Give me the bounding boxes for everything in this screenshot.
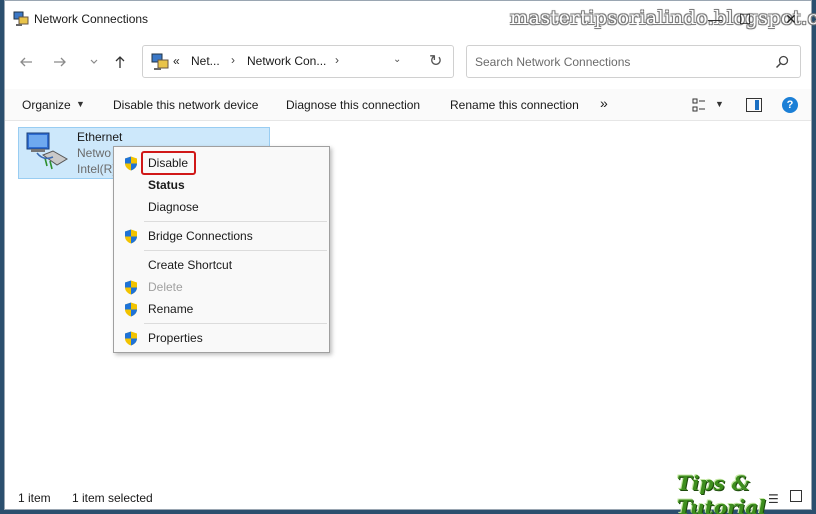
organize-button[interactable]: Organize — [22, 98, 71, 112]
title-bar: Network Connections mastertipsorialindo.… — [5, 1, 816, 37]
uac-shield-icon — [125, 331, 137, 346]
menu-item-delete: Delete — [114, 276, 329, 298]
uac-shield-icon — [125, 280, 137, 295]
details-view-icon[interactable]: ☰ — [768, 492, 779, 506]
menu-item-bridge-connections[interactable]: Bridge Connections — [114, 225, 329, 247]
menu-item-create-shortcut[interactable]: Create Shortcut — [114, 254, 329, 276]
chevron-right-icon[interactable]: › — [231, 53, 235, 67]
context-menu: Disable Status Diagnose Bridge Connectio… — [113, 146, 330, 353]
preview-pane-icon[interactable] — [746, 98, 762, 112]
highlight-annotation-box — [141, 151, 196, 175]
window-title: Network Connections — [34, 12, 149, 26]
menu-separator — [144, 250, 327, 251]
rename-connection-button[interactable]: Rename this connection — [450, 98, 579, 112]
address-bar[interactable]: « Net... › Network Con... › ⌄ ↻ — [142, 45, 454, 78]
command-bar: Organize ▼ Disable this network device D… — [5, 89, 811, 121]
menu-separator — [144, 323, 327, 324]
menu-label-properties: Properties — [148, 331, 203, 345]
caret-down-icon[interactable]: ▼ — [715, 99, 724, 109]
back-button[interactable] — [15, 51, 37, 73]
item-adapter: Intel(R) — [77, 162, 117, 176]
close-button[interactable]: ✕ — [781, 9, 801, 29]
menu-item-diagnose[interactable]: Diagnose — [114, 196, 329, 218]
explorer-window: Network Connections mastertipsorialindo.… — [4, 0, 816, 514]
address-overflow[interactable]: « — [173, 54, 180, 68]
refresh-icon[interactable]: ↻ — [429, 51, 442, 71]
menu-label-rename: Rename — [148, 302, 194, 316]
chevron-right-icon[interactable]: › — [335, 53, 339, 67]
arrow-up-icon — [115, 56, 125, 68]
search-placeholder: Search Network Connections — [475, 55, 631, 69]
menu-item-rename[interactable]: Rename — [114, 298, 329, 320]
menu-item-properties[interactable]: Properties — [114, 327, 329, 349]
help-icon[interactable]: ? — [782, 97, 798, 113]
network-folder-icon — [151, 53, 169, 70]
arrow-right-icon — [54, 57, 66, 67]
menu-label-delete: Delete — [148, 280, 183, 294]
change-view-icon[interactable] — [692, 98, 706, 112]
status-item-count: 1 item — [18, 491, 51, 505]
arrow-left-icon — [20, 57, 32, 67]
menu-label-status: Status — [148, 178, 185, 192]
search-input[interactable]: Search Network Connections — [466, 45, 801, 78]
chevron-down-icon — [90, 59, 98, 64]
network-adapter-icon — [26, 132, 68, 170]
disable-device-button[interactable]: Disable this network device — [113, 98, 258, 112]
watermark-text: mastertipsorialindo.blogspot.com — [510, 7, 816, 29]
uac-shield-icon — [125, 229, 137, 244]
status-selected-count: 1 item selected — [72, 491, 153, 505]
uac-shield-icon — [125, 302, 137, 317]
uac-shield-icon — [125, 156, 137, 171]
up-button[interactable] — [109, 51, 131, 73]
menu-label-bridge: Bridge Connections — [148, 229, 253, 243]
diagnose-connection-button[interactable]: Diagnose this connection — [286, 98, 420, 112]
menu-label-diagnose: Diagnose — [148, 200, 199, 214]
network-connections-icon — [13, 11, 29, 26]
address-dropdown-icon[interactable]: ⌄ — [393, 54, 401, 65]
address-segment-network-connections[interactable]: Network Con... — [247, 54, 326, 68]
menu-separator — [144, 221, 327, 222]
item-status: Netwo — [77, 146, 112, 160]
caret-down-icon[interactable]: ▼ — [76, 99, 85, 109]
menu-label-create-shortcut: Create Shortcut — [148, 258, 233, 272]
forward-button[interactable] — [49, 51, 71, 73]
minimize-button[interactable]: — — [705, 9, 725, 29]
item-name: Ethernet — [77, 130, 123, 144]
tiles-view-icon[interactable] — [790, 490, 802, 502]
recent-locations-button[interactable] — [83, 51, 105, 73]
address-segment-network[interactable]: Net... — [191, 54, 220, 68]
maximize-button[interactable]: ☐ — [735, 9, 755, 29]
menu-item-status[interactable]: Status — [114, 174, 329, 196]
more-commands-icon[interactable]: » — [600, 95, 608, 111]
search-icon — [775, 55, 789, 69]
